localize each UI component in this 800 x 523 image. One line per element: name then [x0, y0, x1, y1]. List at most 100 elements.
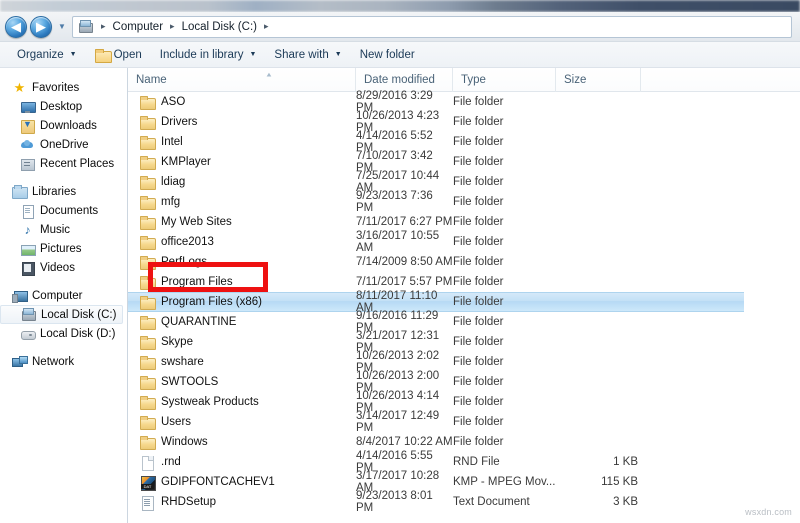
folder-icon	[140, 375, 156, 390]
back-button[interactable]: ◀	[5, 15, 27, 38]
toolbar-item-label: Share with	[274, 48, 329, 61]
cell-name: Intel	[128, 135, 356, 150]
table-row[interactable]: Intel 4/14/2016 5:52 PM File folder	[128, 130, 800, 154]
folder-icon	[140, 235, 156, 250]
chevron-down-icon: ▼	[58, 22, 66, 31]
cell-name: PerfLogs	[128, 255, 356, 270]
breadcrumb-separator: ▸	[101, 21, 106, 31]
sidebar-item-onedrive[interactable]: OneDrive	[0, 135, 127, 154]
cell-type: File folder	[453, 356, 504, 368]
breadcrumb-computer[interactable]: Computer	[111, 21, 166, 33]
breadcrumb-separator[interactable]: ▸	[261, 21, 272, 32]
sidebar-item-videos[interactable]: Videos	[0, 258, 127, 277]
toolbar-item-open[interactable]: Open	[86, 44, 151, 66]
table-row[interactable]: KMPlayer 7/10/2017 3:42 PM File folder	[128, 150, 800, 174]
file-name-label: Skype	[161, 336, 193, 348]
column-header-type[interactable]: Type	[453, 67, 556, 92]
file-name-label: Systweak Products	[161, 396, 259, 408]
table-row[interactable]: ldiag 7/25/2017 10:44 AM File folder	[128, 170, 800, 194]
table-row[interactable]: Drivers 10/26/2013 4:23 PM File folder	[128, 110, 800, 134]
recent-locations-dropdown[interactable]: ▼	[56, 22, 68, 31]
cell-name: ASO	[128, 95, 356, 110]
nav-group-libraries: Libraries Documents ♪ Music Pictures Videos	[0, 182, 127, 277]
videos-icon	[20, 261, 35, 276]
cell-type: KMP - MPEG Mov...	[453, 476, 556, 488]
sidebar-item-desktop[interactable]: Desktop	[0, 97, 127, 116]
toolbar-item-label: Open	[113, 48, 142, 61]
table-row[interactable]: SWTOOLS 10/26/2013 2:00 PM File folder	[128, 370, 800, 394]
cell-name: Program Files	[128, 275, 356, 290]
sidebar-item-local-disk-d-[interactable]: Local Disk (D:)	[0, 324, 127, 343]
toolbar-item-label: Include in library	[159, 48, 244, 61]
file-name-label: Program Files (x86)	[161, 296, 262, 308]
folder-icon	[140, 215, 156, 230]
table-row[interactable]: Windows 8/4/2017 10:22 AM File folder	[128, 432, 800, 452]
address-bar[interactable]: ▸ Computer ▸ Local Disk (C:) ▸	[72, 15, 792, 38]
toolbar-item-organize[interactable]: Organize ▼	[8, 44, 86, 66]
table-row[interactable]: ASO 8/29/2016 3:29 PM File folder	[128, 90, 800, 114]
column-header-name[interactable]: Name ▲	[128, 67, 356, 92]
folder-icon	[140, 315, 156, 330]
sidebar-item-label: Desktop	[40, 100, 83, 113]
chevron-down-icon: ▼	[249, 51, 257, 58]
star-icon: ★	[13, 79, 26, 95]
cell-date-modified: 9/23/2013 7:36 PM	[356, 190, 433, 214]
toolbar-item-include-in-library[interactable]: Include in library ▼	[151, 44, 266, 66]
column-header-date-modified[interactable]: Date modified	[356, 67, 453, 92]
table-row[interactable]: GDIPFONTCACHEV13/17/2017 10:28 AMKMP - M…	[128, 470, 800, 494]
table-row[interactable]: QUARANTINE 9/16/2016 11:29 PM File folder	[128, 310, 800, 334]
sidebar-item-music[interactable]: ♪ Music	[0, 220, 127, 239]
network-icon	[12, 355, 28, 369]
watermark-text: wsxdn.com	[745, 507, 792, 517]
sidebar-item-libraries[interactable]: Libraries	[0, 182, 127, 201]
toolbar-item-share-with[interactable]: Share with ▼	[265, 44, 350, 66]
cell-size: 115 KB	[601, 476, 638, 488]
file-name-label: RHDSetup	[161, 496, 216, 508]
cell-type: File folder	[453, 136, 504, 148]
folder-icon	[140, 155, 156, 170]
sort-ascending-icon: ▲	[265, 70, 273, 78]
folder-icon	[140, 435, 156, 450]
table-row[interactable]: Program Files 7/11/2017 5:57 PM File folde…	[128, 272, 800, 292]
file-name-label: .rnd	[161, 456, 181, 468]
cell-name: GDIPFONTCACHEV1	[128, 475, 356, 491]
cell-name: RHDSetup	[128, 495, 356, 511]
table-row[interactable]: office2013 3/16/2017 10:55 AM File folder	[128, 230, 800, 254]
cell-name: office2013	[128, 235, 356, 250]
sidebar-item-favorites[interactable]: ★ Favorites	[0, 78, 127, 97]
navigation-bar: ◀ ▶ ▼ ▸ Computer ▸ Local Disk (C:) ▸	[0, 12, 800, 42]
table-row[interactable]: Systweak Products 10/26/2013 4:14 PM File …	[128, 390, 800, 414]
table-row[interactable]: .rnd 4/14/2016 5:55 PM RND File 1 KB	[128, 450, 800, 474]
file-name-label: mfg	[161, 196, 181, 208]
cell-type: File folder	[453, 96, 504, 108]
table-row[interactable]: RHDSetup 9/23/2013 8:01 PM Text Document 3 …	[128, 490, 800, 514]
sidebar-item-local-disk-c-[interactable]: Local Disk (C:)	[0, 305, 123, 324]
table-row[interactable]: swshare 10/26/2013 2:02 PM File folder	[128, 350, 800, 374]
sidebar-item-network[interactable]: Network	[0, 352, 127, 371]
downloads-icon	[20, 119, 35, 134]
sidebar-item-pictures[interactable]: Pictures	[0, 239, 127, 258]
forward-button[interactable]: ▶	[30, 15, 52, 38]
toolbar-item-new-folder[interactable]: New folder	[351, 44, 424, 66]
sidebar-item-label: Downloads	[40, 119, 97, 132]
table-row[interactable]: Skype 3/21/2017 12:31 PM File folder	[128, 330, 800, 354]
sidebar-item-documents[interactable]: Documents	[0, 201, 127, 220]
cell-name: mfg	[128, 195, 356, 210]
sidebar-item-label: Network	[32, 355, 75, 368]
cell-type: Text Document	[453, 496, 530, 508]
file-rows-container: ASO 8/29/2016 3:29 PM File folder Drivers 10…	[128, 90, 800, 514]
table-row[interactable]: Users 3/14/2017 12:49 PM File folder	[128, 410, 800, 434]
breadcrumb-local-disk-c[interactable]: Local Disk (C:)	[180, 21, 259, 33]
cell-name: Drivers	[128, 115, 356, 130]
table-row[interactable]: Program Files (x86) 8/11/2017 11:10 AM Fil…	[128, 290, 744, 314]
cell-size: 3 KB	[613, 496, 638, 508]
sidebar-item-downloads[interactable]: Downloads	[0, 116, 127, 135]
table-row[interactable]: PerfLogs 7/14/2009 8:50 AM File folder	[128, 252, 800, 272]
sidebar-item-recent-places[interactable]: Recent Places	[0, 154, 127, 173]
sidebar-item-computer[interactable]: Computer	[0, 286, 127, 305]
column-header-size[interactable]: Size	[556, 67, 641, 92]
table-row[interactable]: My Web Sites 7/11/2017 6:27 PM File folder	[128, 212, 800, 232]
table-row[interactable]: mfg 9/23/2013 7:36 PM File folder	[128, 190, 800, 214]
folder-icon	[140, 295, 156, 310]
computer-icon	[12, 289, 28, 303]
